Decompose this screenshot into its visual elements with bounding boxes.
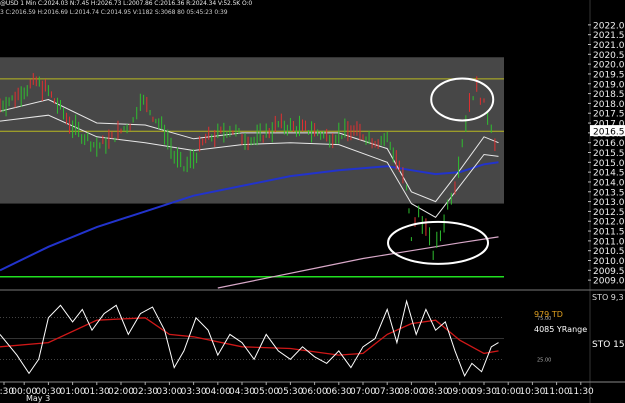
x-tick-label: 08:00 xyxy=(398,387,424,397)
price-tick-label: 2014.50 xyxy=(593,169,625,179)
price-tick-label: 2009.00 xyxy=(593,277,625,287)
x-tick-label: 09:30 xyxy=(471,387,497,397)
price-tick-label: 2012.00 xyxy=(593,218,625,228)
price-tick-label: 2018.50 xyxy=(593,90,625,100)
sto-signal-line xyxy=(0,317,499,356)
price-tick-label: 2022.00 xyxy=(593,21,625,31)
price-tick-label: 2015.50 xyxy=(593,149,625,159)
price-tick-label: 2017.50 xyxy=(593,110,625,120)
x-tick-label: 07:00 xyxy=(350,387,376,397)
x-tick-label: 02:30 xyxy=(132,387,158,397)
td-label: 979 TD xyxy=(534,310,563,319)
osc-tick-label: 25.00 xyxy=(537,357,551,363)
sto-name-label: STO 15, xyxy=(592,340,625,350)
price-tick-label: 2019.00 xyxy=(593,80,625,90)
x-tick-label: 03:30 xyxy=(181,387,207,397)
x-tick-label: 11:00 xyxy=(544,387,570,397)
x-tick-label: 05:30 xyxy=(277,387,303,397)
x-tick-label: 07:30 xyxy=(374,387,400,397)
price-tick-label: 2019.50 xyxy=(593,70,625,80)
sto-top-label: STO 9,3 xyxy=(592,293,624,302)
price-tick-label: 2009.50 xyxy=(593,267,625,277)
price-tick-label: 2010.00 xyxy=(593,257,625,267)
price-tick-label: 2021.50 xyxy=(593,31,625,41)
x-tick-label: 06:00 xyxy=(302,387,328,397)
price-tick-label: 2020.50 xyxy=(593,51,625,61)
last-price-label: 2016.59 xyxy=(593,128,625,138)
date-label: May 3 xyxy=(26,394,50,403)
x-tick-label: 06:30 xyxy=(326,387,352,397)
price-tick-label: 2021.00 xyxy=(593,41,625,51)
price-tick-label: 2020.00 xyxy=(593,61,625,71)
x-tick-label: 04:00 xyxy=(205,387,231,397)
x-tick-label: 09:00 xyxy=(447,387,473,397)
x-tick-label: 10:00 xyxy=(495,387,521,397)
x-tick-label: 05:00 xyxy=(253,387,279,397)
price-tick-label: 2013.50 xyxy=(593,188,625,198)
price-tick-label: 2015.00 xyxy=(593,159,625,169)
price-tick-label: 2012.50 xyxy=(593,208,625,218)
x-tick-label: 01:00 xyxy=(60,387,86,397)
x-tick-label: 01:30 xyxy=(84,387,110,397)
price-tick-label: 2014.00 xyxy=(593,178,625,188)
annotation-circle xyxy=(387,220,490,265)
price-tick-label: 2011.50 xyxy=(593,228,625,238)
yrange-label: 4085 YRange xyxy=(534,325,587,334)
price-tick-label: 2018.00 xyxy=(593,100,625,110)
price-tick-label: 2010.50 xyxy=(593,247,625,257)
x-tick-label: 10:30 xyxy=(519,387,545,397)
x-tick-label: 03:00 xyxy=(156,387,182,397)
x-tick-label: 08:30 xyxy=(423,387,449,397)
x-tick-label: 04:30 xyxy=(229,387,255,397)
price-tick-label: 2016.00 xyxy=(593,139,625,149)
x-tick-label: 11:30 xyxy=(568,387,594,397)
price-tick-label: 2011.00 xyxy=(593,237,625,247)
price-tick-label: 2013.00 xyxy=(593,198,625,208)
x-tick-label: 02:00 xyxy=(108,387,134,397)
price-chart[interactable]: Yi 2019.25RMR 2016.58LA High 2009.17 202… xyxy=(0,0,625,403)
